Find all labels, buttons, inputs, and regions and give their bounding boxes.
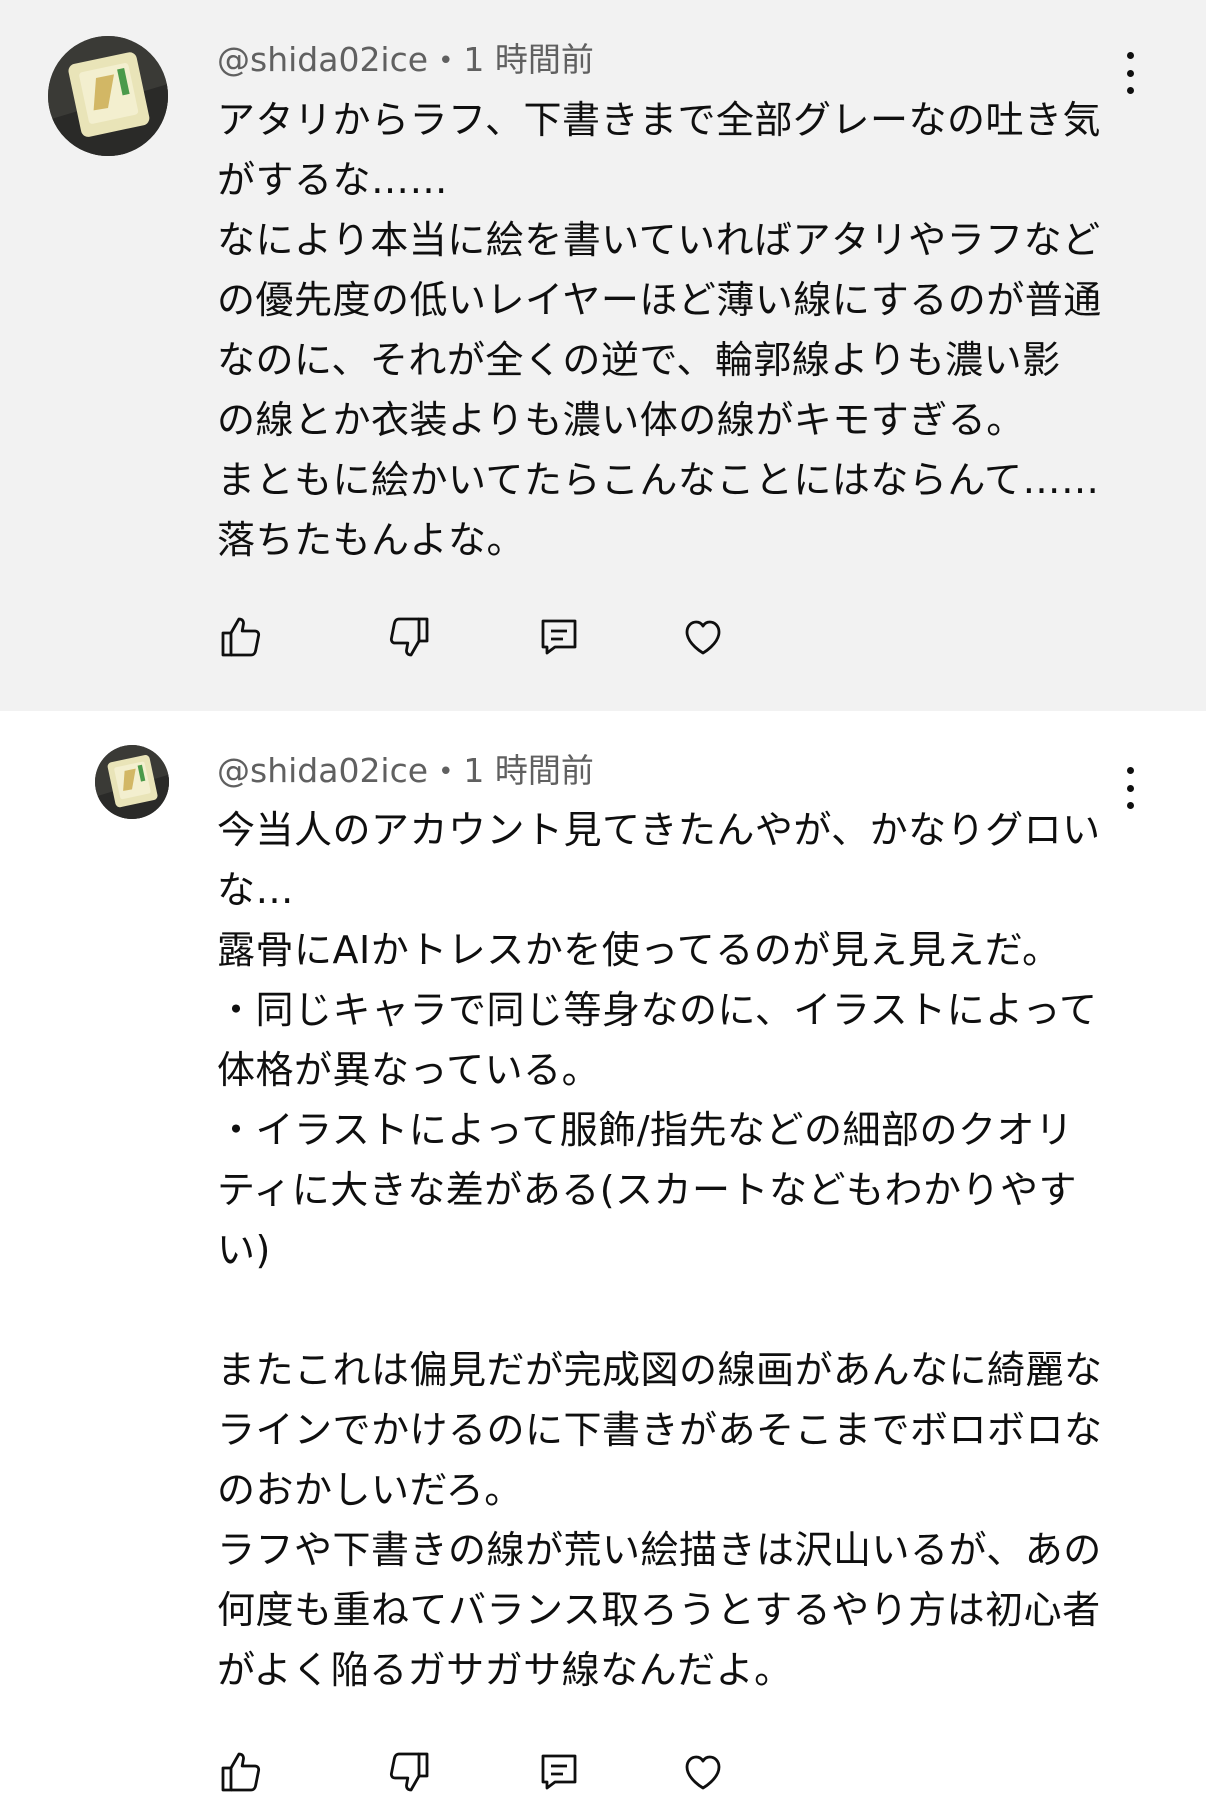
thumbs-down-icon[interactable] (385, 1748, 433, 1796)
reply-icon[interactable] (535, 613, 583, 661)
reply-icon[interactable] (535, 1748, 583, 1796)
thumbs-down-icon[interactable] (385, 613, 433, 661)
heart-icon[interactable] (679, 613, 727, 661)
heart-icon[interactable] (679, 1748, 727, 1796)
meta-separator: • (438, 757, 454, 787)
comment-card: @shida02ice • 1 時間前 今当人のアカウント見てきたんやが、かなりグロ… (0, 711, 1206, 1820)
comment-author[interactable]: @shida02ice (217, 40, 428, 79)
comment-body: 今当人のアカウント見てきたんやが、かなりグロい な… 露骨にAIかトレスかを使っ… (217, 808, 1103, 1692)
thumbs-up-icon[interactable] (217, 1748, 265, 1796)
avatar[interactable] (95, 745, 169, 819)
avatar-image (95, 745, 169, 819)
comment-author[interactable]: @shida02ice (217, 751, 428, 790)
comment-timestamp: 1 時間前 (463, 40, 594, 79)
comment-header: @shida02ice • 1 時間前 (217, 751, 594, 792)
comment-timestamp: 1 時間前 (463, 751, 594, 790)
comment-card: @shida02ice • 1 時間前 アタリからラフ、下書きまで全部グレーなの吐き… (0, 0, 1206, 711)
comment-actions (217, 613, 777, 669)
thumbs-up-icon[interactable] (217, 613, 265, 661)
comment-body: アタリからラフ、下書きまで全部グレーなの吐き気 がするな…… なにより本当に絵を… (217, 98, 1102, 562)
meta-separator: • (438, 46, 454, 76)
avatar[interactable] (48, 36, 168, 156)
avatar-image (48, 36, 168, 156)
comment-header: @shida02ice • 1 時間前 (217, 40, 594, 81)
comment-actions (217, 1748, 777, 1804)
